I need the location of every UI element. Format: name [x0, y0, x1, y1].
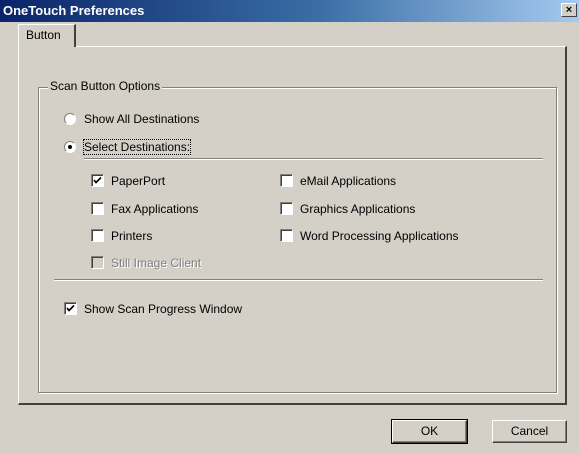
- cancel-button[interactable]: Cancel: [492, 420, 567, 443]
- checkbox-fax-label: Fax Applications: [111, 202, 199, 216]
- checkmark-icon: [93, 176, 102, 184]
- checkbox-box[interactable]: [91, 174, 104, 187]
- radio-dot-icon: [68, 145, 72, 149]
- checkbox-box[interactable]: [280, 202, 293, 215]
- radio-circle[interactable]: [64, 141, 76, 153]
- tab-button[interactable]: Button: [18, 24, 76, 47]
- checkbox-box[interactable]: [91, 229, 104, 242]
- ok-button[interactable]: OK: [391, 419, 468, 444]
- checkbox-graphics-label: Graphics Applications: [300, 202, 416, 216]
- checkbox-box[interactable]: [64, 302, 77, 315]
- checkbox-box: [91, 256, 104, 269]
- checkbox-show-scan-progress-label: Show Scan Progress Window: [84, 302, 243, 316]
- close-button[interactable]: ×: [561, 3, 577, 17]
- checkbox-paperport-label: PaperPort: [111, 174, 166, 188]
- group-legend: Scan Button Options: [48, 79, 163, 93]
- checkbox-box[interactable]: [280, 174, 293, 187]
- tab-button-label: Button: [26, 28, 61, 42]
- checkbox-box[interactable]: [91, 202, 104, 215]
- radio-show-all-label: Show All Destinations: [84, 112, 200, 126]
- checkbox-box[interactable]: [280, 229, 293, 242]
- checkmark-icon: [66, 304, 75, 312]
- checkbox-word-processing-label: Word Processing Applications: [300, 229, 459, 243]
- close-icon: ×: [565, 4, 573, 16]
- window-title: OneTouch Preferences: [3, 3, 145, 18]
- title-bar: OneTouch Preferences ×: [0, 0, 579, 22]
- checkbox-still-image-label: Still Image Client: [111, 256, 202, 270]
- radio-circle[interactable]: [64, 113, 76, 125]
- checkbox-printers-label: Printers: [111, 229, 153, 243]
- separator: [54, 279, 543, 281]
- checkbox-email-label: eMail Applications: [300, 174, 397, 188]
- radio-select-destinations-label: Select Destinations:: [82, 139, 192, 155]
- separator: [84, 158, 543, 160]
